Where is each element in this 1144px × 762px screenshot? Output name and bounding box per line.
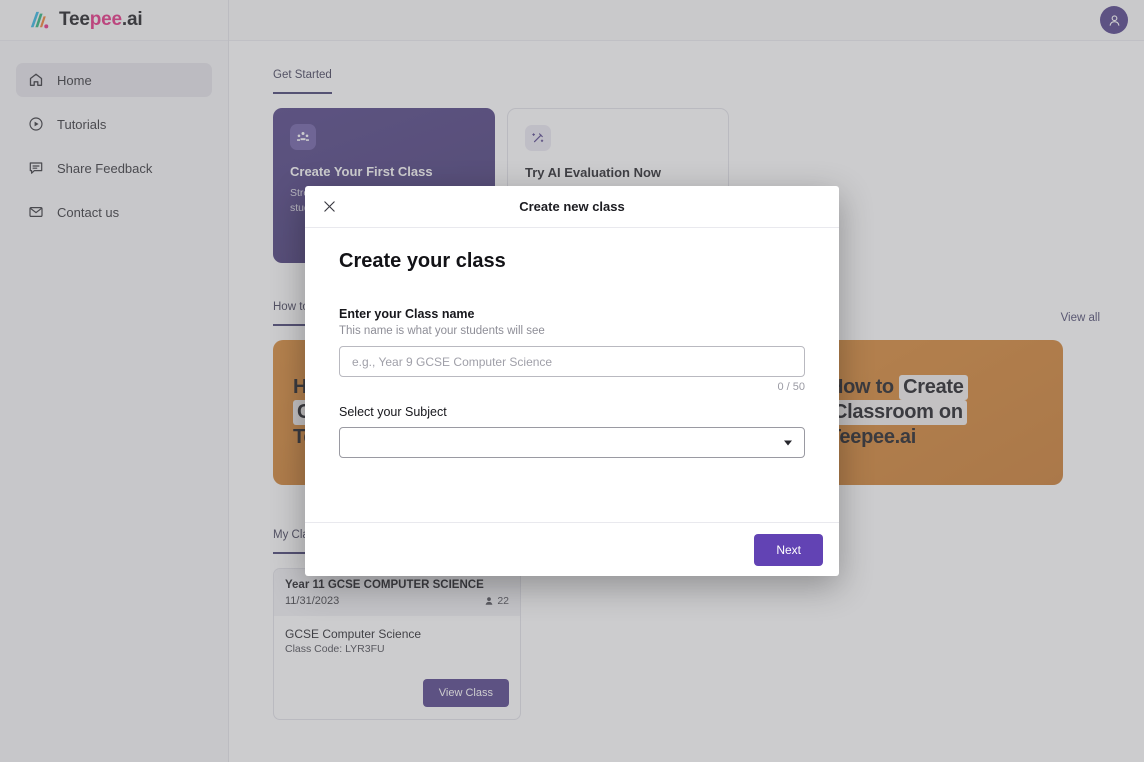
char-counter: 0 / 50 xyxy=(777,381,805,393)
play-circle-icon xyxy=(29,117,43,131)
sidebar-nav: Home Tutorials Share Feedback Contact us xyxy=(0,41,228,229)
carousel-slide[interactable]: How to Create Classroom on Teepee.ai xyxy=(809,340,1063,485)
tab-get-started[interactable]: Get Started xyxy=(273,69,332,94)
class-card[interactable]: Year 11 GCSE COMPUTER SCIENCE 11/31/2023… xyxy=(273,568,521,720)
sidebar-item-label: Contact us xyxy=(57,204,120,220)
student-count-value: 22 xyxy=(497,595,509,607)
message-icon xyxy=(29,162,43,174)
slide-line-4: Teepee.ai xyxy=(829,426,916,448)
class-name-help: This name is what your students will see xyxy=(339,325,545,337)
slide-line-2: Create xyxy=(899,375,968,400)
card-title: Create Your First Class xyxy=(290,164,433,179)
avatar[interactable] xyxy=(1100,6,1128,34)
sidebar-item-label: Share Feedback xyxy=(57,160,153,176)
teepee-logo-icon xyxy=(30,11,49,29)
sidebar-item-contact-us[interactable]: Contact us xyxy=(16,195,212,229)
magic-wand-icon xyxy=(532,133,544,143)
subject-select[interactable] xyxy=(339,427,805,458)
card-title: Try AI Evaluation Now xyxy=(525,165,662,180)
close-icon xyxy=(323,201,335,212)
user-avatar-icon xyxy=(1109,14,1119,26)
app-root: Teepee.ai Home Tutorials Share Feedback … xyxy=(0,0,1144,762)
class-student-count: 22 xyxy=(484,595,509,607)
class-date: 11/31/2023 xyxy=(285,595,340,607)
class-code: Class Code: LYR3FU xyxy=(285,643,385,655)
class-subject: GCSE Computer Science xyxy=(285,627,422,641)
class-card-actions: View Class xyxy=(285,679,509,707)
class-card-body: GCSE Computer Science Class Code: LYR3FU… xyxy=(274,616,520,719)
create-new-class-modal: Create new class Create your class Enter… xyxy=(305,186,839,576)
magic-wand-icon-wrap xyxy=(525,125,551,151)
sidebar-item-tutorials[interactable]: Tutorials xyxy=(16,107,212,141)
class-meta: 11/31/2023 22 xyxy=(285,595,509,607)
mail-icon xyxy=(29,206,43,218)
sidebar-item-share-feedback[interactable]: Share Feedback xyxy=(16,151,212,185)
modal-heading: Create your class xyxy=(339,250,506,272)
sidebar: Teepee.ai Home Tutorials Share Feedback … xyxy=(0,0,229,762)
view-class-button[interactable]: View Class xyxy=(422,679,509,707)
group-people-icon-wrap xyxy=(290,124,316,150)
slide-line-3: Classroom on xyxy=(829,400,967,425)
tab-how-to[interactable]: How to xyxy=(273,301,309,326)
modal-header: Create new class xyxy=(305,186,839,228)
modal-body: Create your class Enter your Class name … xyxy=(305,228,839,522)
view-all-link[interactable]: View all xyxy=(1061,312,1100,326)
group-people-icon xyxy=(297,132,309,141)
modal-footer: Next xyxy=(305,522,839,576)
class-card-header: Year 11 GCSE COMPUTER SCIENCE 11/31/2023… xyxy=(274,569,520,616)
sidebar-item-home[interactable]: Home xyxy=(16,63,212,97)
subject-select-wrap xyxy=(339,427,805,458)
sidebar-item-label: Tutorials xyxy=(57,116,107,132)
home-icon xyxy=(29,73,43,86)
modal-title: Create new class xyxy=(519,199,625,214)
class-name: Year 11 GCSE COMPUTER SCIENCE xyxy=(285,579,484,591)
top-bar xyxy=(229,0,1144,41)
brand-logo[interactable]: Teepee.ai xyxy=(0,0,228,41)
class-name-label: Enter your Class name xyxy=(339,307,475,321)
class-name-input[interactable] xyxy=(339,346,805,377)
sidebar-item-label: Home xyxy=(57,72,92,88)
brand-name: Teepee.ai xyxy=(59,9,143,30)
get-started-tabbar: Get Started xyxy=(273,65,1100,94)
next-button[interactable]: Next xyxy=(754,533,823,566)
person-icon xyxy=(485,597,493,605)
subject-label: Select your Subject xyxy=(339,405,447,419)
close-button[interactable] xyxy=(318,196,340,218)
